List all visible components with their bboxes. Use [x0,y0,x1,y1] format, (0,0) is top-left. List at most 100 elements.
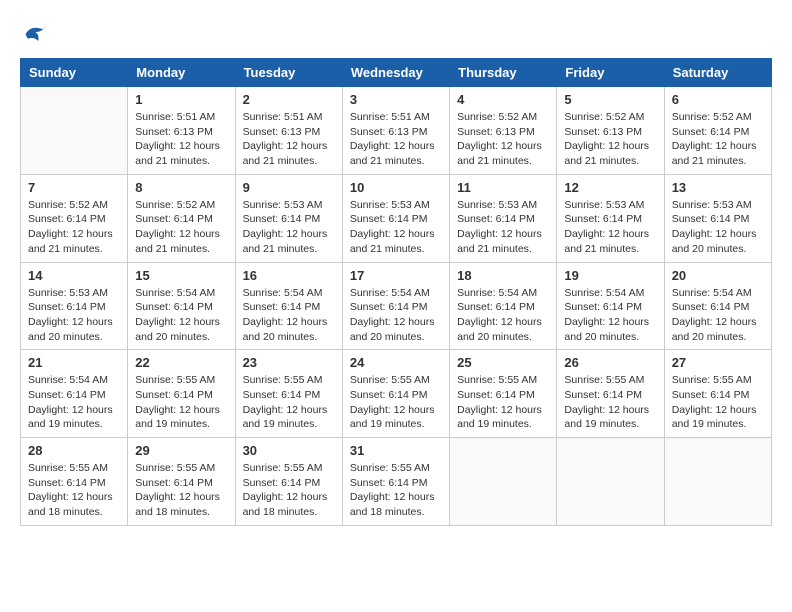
day-number: 27 [672,355,764,370]
day-number: 22 [135,355,227,370]
header [20,20,772,48]
calendar-day-cell: 17 Sunrise: 5:54 AM Sunset: 6:14 PM Dayli… [342,262,449,350]
day-info: Sunrise: 5:55 AM Sunset: 6:14 PM Dayligh… [28,461,120,520]
calendar-week-row: 14 Sunrise: 5:53 AM Sunset: 6:14 PM Dayli… [21,262,772,350]
day-number: 11 [457,180,549,195]
day-number: 16 [243,268,335,283]
calendar-day-cell [557,438,664,526]
calendar-day-cell: 23Sunrise: 5:55 AM Sunset: 6:14 PM Dayli… [235,350,342,438]
calendar-day-cell: 2 Sunrise: 5:51 AM Sunset: 6:13 PM Daylig… [235,87,342,175]
day-number: 5 [564,92,656,107]
day-number: 25 [457,355,549,370]
day-info: Sunrise: 5:55 AM Sunset: 6:14 PM Dayligh… [564,373,656,432]
calendar-table: SundayMondayTuesdayWednesdayThursdayFrid… [20,58,772,526]
calendar-day-cell: 1 Sunrise: 5:51 AM Sunset: 6:13 PM Daylig… [128,87,235,175]
day-info: Sunrise: 5:55 AM Sunset: 6:14 PM Dayligh… [672,373,764,432]
day-info: Sunrise: 5:54 AM Sunset: 6:14 PM Dayligh… [135,286,227,345]
day-info: Sunrise: 5:55 AM Sunset: 6:14 PM Dayligh… [350,461,442,520]
calendar-week-row: 1 Sunrise: 5:51 AM Sunset: 6:13 PM Daylig… [21,87,772,175]
day-info: Sunrise: 5:54 AM Sunset: 6:14 PM Dayligh… [457,286,549,345]
day-number: 26 [564,355,656,370]
day-number: 29 [135,443,227,458]
day-number: 2 [243,92,335,107]
calendar-day-cell: 7 Sunrise: 5:52 AM Sunset: 6:14 PM Daylig… [21,174,128,262]
day-number: 1 [135,92,227,107]
day-info: Sunrise: 5:54 AM Sunset: 6:14 PM Dayligh… [564,286,656,345]
day-number: 28 [28,443,120,458]
calendar-day-cell [21,87,128,175]
day-info: Sunrise: 5:55 AM Sunset: 6:14 PM Dayligh… [135,461,227,520]
day-number: 3 [350,92,442,107]
day-info: Sunrise: 5:55 AM Sunset: 6:14 PM Dayligh… [243,461,335,520]
day-info: Sunrise: 5:54 AM Sunset: 6:14 PM Dayligh… [28,373,120,432]
calendar-day-cell [664,438,771,526]
calendar-day-cell: 29 Sunrise: 5:55 AM Sunset: 6:14 PM Dayli… [128,438,235,526]
day-info: Sunrise: 5:53 AM Sunset: 6:14 PM Dayligh… [564,198,656,257]
day-number: 13 [672,180,764,195]
day-info: Sunrise: 5:53 AM Sunset: 6:14 PM Dayligh… [672,198,764,257]
day-number: 23 [243,355,335,370]
calendar-day-cell: 26 Sunrise: 5:55 AM Sunset: 6:14 PM Dayli… [557,350,664,438]
day-number: 20 [672,268,764,283]
logo-bird-icon [20,20,48,48]
day-number: 4 [457,92,549,107]
calendar-header-wednesday: Wednesday [342,59,449,87]
day-info: Sunrise: 5:51 AM Sunset: 6:13 PM Dayligh… [135,110,227,169]
calendar-day-cell: 9 Sunrise: 5:53 AM Sunset: 6:14 PM Daylig… [235,174,342,262]
calendar-day-cell: 11 Sunrise: 5:53 AM Sunset: 6:14 PM Dayli… [450,174,557,262]
day-info: Sunrise: 5:53 AM Sunset: 6:14 PM Dayligh… [243,198,335,257]
calendar-day-cell: 31Sunrise: 5:55 AM Sunset: 6:14 PM Dayli… [342,438,449,526]
calendar-day-cell: 6Sunrise: 5:52 AM Sunset: 6:14 PM Daylig… [664,87,771,175]
day-info: Sunrise: 5:55 AM Sunset: 6:14 PM Dayligh… [135,373,227,432]
day-number: 30 [243,443,335,458]
day-number: 10 [350,180,442,195]
calendar-day-cell: 14 Sunrise: 5:53 AM Sunset: 6:14 PM Dayli… [21,262,128,350]
day-number: 24 [350,355,442,370]
calendar-day-cell: 13 Sunrise: 5:53 AM Sunset: 6:14 PM Dayli… [664,174,771,262]
day-number: 18 [457,268,549,283]
day-info: Sunrise: 5:53 AM Sunset: 6:14 PM Dayligh… [350,198,442,257]
calendar-day-cell: 4 Sunrise: 5:52 AM Sunset: 6:13 PM Daylig… [450,87,557,175]
calendar-day-cell: 3 Sunrise: 5:51 AM Sunset: 6:13 PM Daylig… [342,87,449,175]
day-number: 7 [28,180,120,195]
calendar-day-cell: 25Sunrise: 5:55 AM Sunset: 6:14 PM Dayli… [450,350,557,438]
day-info: Sunrise: 5:52 AM Sunset: 6:14 PM Dayligh… [135,198,227,257]
calendar-week-row: 28 Sunrise: 5:55 AM Sunset: 6:14 PM Dayli… [21,438,772,526]
calendar-day-cell: 16 Sunrise: 5:54 AM Sunset: 6:14 PM Dayli… [235,262,342,350]
calendar-day-cell: 18 Sunrise: 5:54 AM Sunset: 6:14 PM Dayli… [450,262,557,350]
day-info: Sunrise: 5:51 AM Sunset: 6:13 PM Dayligh… [350,110,442,169]
day-info: Sunrise: 5:54 AM Sunset: 6:14 PM Dayligh… [350,286,442,345]
day-number: 19 [564,268,656,283]
calendar-day-cell [450,438,557,526]
calendar-day-cell: 21 Sunrise: 5:54 AM Sunset: 6:14 PM Dayli… [21,350,128,438]
day-info: Sunrise: 5:54 AM Sunset: 6:14 PM Dayligh… [672,286,764,345]
day-info: Sunrise: 5:51 AM Sunset: 6:13 PM Dayligh… [243,110,335,169]
day-number: 12 [564,180,656,195]
day-info: Sunrise: 5:52 AM Sunset: 6:14 PM Dayligh… [28,198,120,257]
calendar-day-cell: 20 Sunrise: 5:54 AM Sunset: 6:14 PM Dayli… [664,262,771,350]
day-number: 17 [350,268,442,283]
calendar-week-row: 7 Sunrise: 5:52 AM Sunset: 6:14 PM Daylig… [21,174,772,262]
calendar-day-cell: 5 Sunrise: 5:52 AM Sunset: 6:13 PM Daylig… [557,87,664,175]
calendar-header-row: SundayMondayTuesdayWednesdayThursdayFrid… [21,59,772,87]
calendar-header-saturday: Saturday [664,59,771,87]
day-info: Sunrise: 5:52 AM Sunset: 6:13 PM Dayligh… [564,110,656,169]
calendar-day-cell: 27 Sunrise: 5:55 AM Sunset: 6:14 PM Dayli… [664,350,771,438]
calendar-day-cell: 10 Sunrise: 5:53 AM Sunset: 6:14 PM Dayli… [342,174,449,262]
day-info: Sunrise: 5:53 AM Sunset: 6:14 PM Dayligh… [28,286,120,345]
calendar-day-cell: 19 Sunrise: 5:54 AM Sunset: 6:14 PM Dayli… [557,262,664,350]
day-info: Sunrise: 5:52 AM Sunset: 6:13 PM Dayligh… [457,110,549,169]
calendar-header-friday: Friday [557,59,664,87]
day-number: 9 [243,180,335,195]
calendar-day-cell: 12 Sunrise: 5:53 AM Sunset: 6:14 PM Dayli… [557,174,664,262]
day-info: Sunrise: 5:55 AM Sunset: 6:14 PM Dayligh… [350,373,442,432]
day-number: 21 [28,355,120,370]
calendar-day-cell: 24 Sunrise: 5:55 AM Sunset: 6:14 PM Dayli… [342,350,449,438]
calendar-header-thursday: Thursday [450,59,557,87]
day-number: 8 [135,180,227,195]
day-number: 15 [135,268,227,283]
day-info: Sunrise: 5:53 AM Sunset: 6:14 PM Dayligh… [457,198,549,257]
day-info: Sunrise: 5:54 AM Sunset: 6:14 PM Dayligh… [243,286,335,345]
day-number: 14 [28,268,120,283]
day-number: 6 [672,92,764,107]
